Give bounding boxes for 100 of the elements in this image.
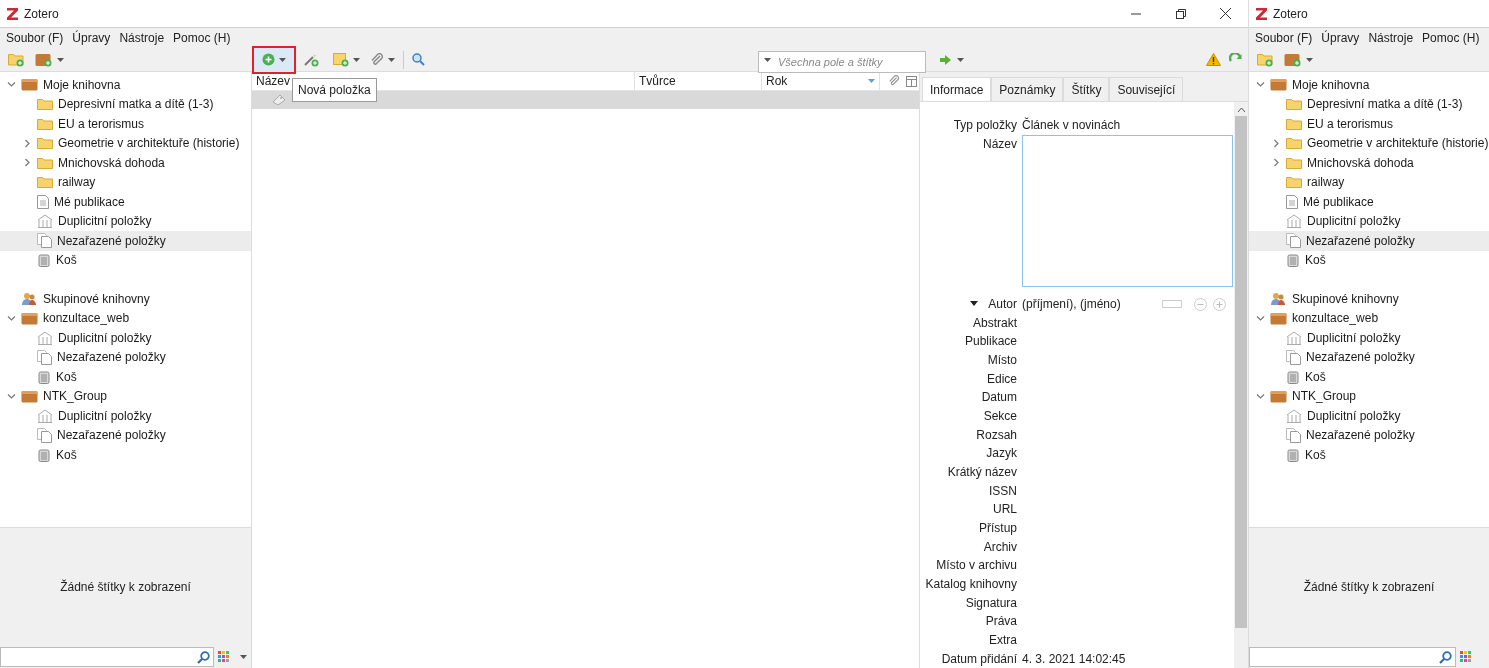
collection-tree-item[interactable]: Duplicitní položky [0,211,251,231]
menu-item[interactable]: Úpravy [72,29,111,47]
group-people-icon [1270,291,1287,306]
collection-tree-item[interactable]: Duplicitní položky [1249,328,1489,348]
collection-tree-item[interactable]: Mé publikace [1249,192,1489,212]
caret-icon [388,57,395,62]
field-label: Autor [988,296,1017,313]
single-field-toggle-icon[interactable] [1162,300,1182,308]
expand-chevron-icon[interactable] [1271,138,1281,148]
field-value[interactable]: Článek v novinách [1022,116,1121,135]
attachment-dropdown-button[interactable] [370,52,395,67]
menu-item[interactable]: Pomoc (H) [1422,29,1480,47]
collection-tree-item[interactable]: Nezařazené položky [0,231,251,251]
scrollbar[interactable] [1234,102,1248,668]
expand-chevron-icon[interactable] [1255,80,1265,90]
expand-chevron-icon[interactable] [22,138,32,148]
library-box-icon [21,311,38,325]
library-box-icon [21,389,38,403]
collection-tree-item[interactable]: NTK_Group [0,386,251,406]
new-library-dropdown-button[interactable] [1284,52,1313,67]
title-field[interactable] [1022,134,1233,287]
collection-tree-item[interactable]: Nezařazené položky [1249,231,1489,251]
field-value[interactable]: 4. 3. 2021 14:02:45 [1022,649,1126,668]
new-item-button[interactable] [252,45,296,74]
new-collection-button[interactable] [1257,52,1274,67]
collection-tree-item[interactable]: konzultace_web [0,308,251,328]
new-collection-button[interactable] [8,52,25,67]
search-button[interactable] [412,53,425,66]
trash-icon [1286,253,1300,268]
expand-chevron-icon[interactable] [1255,391,1265,401]
menu-item[interactable]: Nástroje [119,29,165,47]
expand-chevron-icon[interactable] [6,80,16,90]
tag-colors-button[interactable] [218,651,230,663]
collection-tree-item[interactable]: Koš [0,250,251,270]
collection-tree-item[interactable]: Nezařazené položky [0,347,251,367]
collection-tree-item[interactable]: Duplicitní položky [0,328,251,348]
tag-menu-button[interactable] [240,655,247,659]
field-label: Sekce [983,408,1017,426]
tag-colors-button[interactable] [1460,651,1472,663]
collection-tree-item[interactable]: Koš [1249,445,1489,465]
collection-tree-item[interactable]: Skupinové knihovny [0,289,251,309]
menu-item[interactable]: Pomoc (H) [173,29,231,47]
column-header[interactable]: Rok [762,72,880,90]
collection-tree-item[interactable]: EU a terorismus [0,114,251,134]
menu-item[interactable]: Nástroje [1368,29,1414,47]
collection-tree-item[interactable]: Moje knihovna [1249,75,1489,95]
remove-circle-icon[interactable] [1194,297,1207,311]
collection-tree-item[interactable]: Duplicitní položky [1249,211,1489,231]
field-label: Místo v archivu [936,557,1017,575]
creator-name-value[interactable]: (příjmení), (jméno) [1022,295,1121,313]
tab[interactable]: Poznámky [991,77,1064,101]
collection-tree-item[interactable]: Moje knihovna [0,75,251,95]
collection-tree-item[interactable]: railway [1249,172,1489,192]
expand-chevron-icon[interactable] [22,158,32,168]
collection-tree-item[interactable]: Geometrie v architektuře (historie) [0,133,251,153]
collection-tree-item[interactable]: EU a terorismus [1249,114,1489,134]
collection-tree-item[interactable]: Geometrie v architektuře (historie) [1249,133,1489,153]
collection-tree-item[interactable]: railway [0,172,251,192]
collection-tree-item[interactable]: Nezařazené položky [0,425,251,445]
new-note-dropdown-button[interactable] [333,52,360,67]
collection-tree-item[interactable]: NTK_Group [1249,386,1489,406]
collection-tree-item[interactable]: Mnichovská dohoda [0,153,251,173]
expand-triangle-icon[interactable] [970,301,979,307]
collection-tree-item[interactable]: Skupinové knihovny [1249,289,1489,309]
collection-tree-item[interactable]: Nezařazené položky [1249,425,1489,445]
menu-item[interactable]: Úpravy [1321,29,1360,47]
collection-tree-item[interactable]: konzultace_web [1249,308,1489,328]
search-field[interactable]: Všechna pole a štítky [758,50,926,73]
sync-arrow-dropdown-button[interactable] [940,54,964,65]
collection-label: EU a terorismus [1307,115,1394,133]
tab[interactable]: Informace [922,77,992,101]
collection-tree-item[interactable]: Duplicitní položky [0,406,251,426]
collection-tree-item[interactable]: Depresivní matka a dítě (1-3) [0,94,251,114]
column-header[interactable]: Tvůrce [635,72,762,90]
collection-tree-item[interactable]: Koš [1249,367,1489,387]
collection-tree-item[interactable]: Mnichovská dohoda [1249,153,1489,173]
new-library-dropdown-button[interactable] [35,52,64,67]
collection-tree-item[interactable]: Koš [0,445,251,465]
collection-tree-item[interactable]: Duplicitní položky [1249,406,1489,426]
tag-filter-field[interactable] [1249,647,1456,667]
expand-chevron-icon[interactable] [1271,158,1281,168]
expand-chevron-icon[interactable] [6,313,16,323]
menu-item[interactable]: Soubor (F) [6,29,64,47]
expand-chevron-icon[interactable] [1255,313,1265,323]
tab[interactable]: Štítky [1063,77,1110,101]
add-circle-icon[interactable] [1213,297,1226,311]
field-label: Jazyk [986,445,1017,463]
collection-tree-item[interactable]: Nezařazené položky [1249,347,1489,367]
menu-item[interactable]: Soubor (F) [1255,29,1313,47]
collection-tree-item[interactable]: Mé publikace [0,192,251,212]
warning-icon[interactable] [1206,53,1221,66]
collection-tree-item[interactable]: Depresivní matka a dítě (1-3) [1249,94,1489,114]
tag-filter-field[interactable] [0,647,214,667]
collection-label: Moje knihovna [43,76,121,94]
add-by-identifier-button[interactable] [304,52,319,67]
collection-tree-item[interactable]: Koš [0,367,251,387]
tab[interactable]: Související [1109,77,1184,101]
collection-tree-item[interactable]: Koš [1249,250,1489,270]
column-picker-icon[interactable] [906,75,917,87]
expand-chevron-icon[interactable] [6,391,16,401]
